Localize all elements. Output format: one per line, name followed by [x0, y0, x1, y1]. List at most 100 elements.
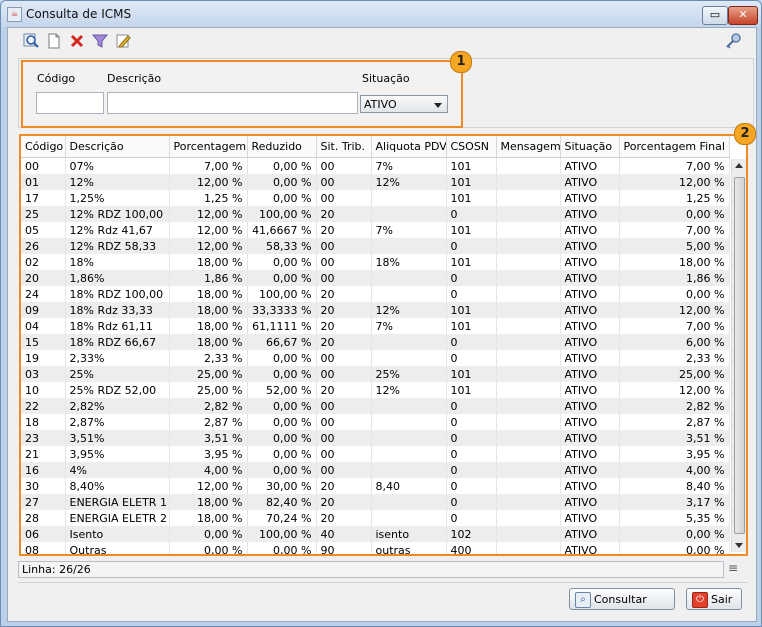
table-cell: 41,6667 % — [247, 222, 317, 238]
table-row[interactable]: 16 4% 4,00 % 0,00 % 00 0 ATIVO 4,00 % — [21, 462, 730, 478]
situacao-select[interactable]: ATIVO — [360, 95, 448, 113]
table-row[interactable]: 27 ENERGIA ELETR 1 18,00 % 82,40 % 20 0 ATIVO 3… — [21, 494, 730, 510]
table-cell: 20 — [316, 206, 372, 222]
table-cell: 101 — [446, 366, 497, 382]
sair-button[interactable]: ⏻ Sair — [686, 588, 742, 610]
table-row[interactable]: 28 ENERGIA ELETR 2 18,00 % 70,24 % 20 0 ATIVO 5… — [21, 510, 730, 526]
table-cell: 00 — [316, 430, 372, 446]
restore-button[interactable]: ▭ — [702, 6, 728, 25]
chevron-down-icon — [434, 103, 442, 108]
table-cell: ATIVO — [560, 526, 620, 542]
table-cell: 0,00 % — [619, 542, 730, 554]
table-row[interactable]: 19 2,33% 2,33 % 0,00 % 00 0 ATIVO 2,33 % — [21, 350, 730, 366]
table-row[interactable]: 03 25% 25,00 % 0,00 % 00 25% 101 ATIVO 25,00 % — [21, 366, 730, 382]
table-row[interactable]: 24 18% RDZ 100,00 18,00 % 100,00 % 20 0 ATIVO 0… — [21, 286, 730, 302]
table-cell: 2,87 % — [619, 414, 730, 430]
table-row[interactable]: 00 07% 7,00 % 0,00 % 00 7% 101 ATIVO 7,00 % — [21, 157, 730, 174]
column-header[interactable]: Situação — [560, 136, 620, 158]
column-header[interactable]: Código — [21, 136, 66, 158]
table-row[interactable]: 02 18% 18,00 % 0,00 % 00 18% 101 ATIVO 18,00 % — [21, 254, 730, 270]
table-cell: 00 — [316, 462, 372, 478]
table-cell — [496, 222, 561, 238]
table-row[interactable]: 05 12% Rdz 41,67 12,00 % 41,6667 % 20 7% 101 AT… — [21, 222, 730, 238]
scrollbar-thumb[interactable] — [734, 177, 745, 534]
codigo-input[interactable] — [36, 92, 104, 114]
table-row[interactable]: 15 18% RDZ 66,67 18,00 % 66,67 % 20 0 ATIVO 6,0… — [21, 334, 730, 350]
table-cell: 7% — [371, 222, 447, 238]
table-row[interactable]: 01 12% 12,00 % 0,00 % 00 12% 101 ATIVO 12,00 % — [21, 174, 730, 190]
table-cell: 27 — [21, 494, 66, 510]
table-row[interactable]: 17 1,25% 1,25 % 0,00 % 00 101 ATIVO 1,25 % — [21, 190, 730, 206]
scroll-up-icon[interactable] — [735, 163, 743, 168]
column-header[interactable]: Porcentagem — [169, 136, 248, 158]
table-cell: ATIVO — [560, 414, 620, 430]
table-row[interactable]: 04 18% Rdz 61,11 18,00 % 61,1111 % 20 7% 101 AT… — [21, 318, 730, 334]
search-icon: ⌕ — [575, 592, 591, 608]
table-cell — [496, 446, 561, 462]
delete-icon[interactable] — [68, 32, 86, 50]
table-cell: 02 — [21, 254, 66, 270]
java-app-icon: ☕ — [7, 7, 22, 22]
descricao-input[interactable] — [107, 92, 358, 114]
table-cell: 102 — [446, 526, 497, 542]
new-document-icon[interactable] — [45, 32, 63, 50]
table-row[interactable]: 26 12% RDZ 58,33 12,00 % 58,33 % 00 0 ATIVO 5,0… — [21, 238, 730, 254]
table-cell — [496, 318, 561, 334]
column-header[interactable]: Reduzido — [247, 136, 317, 158]
table-cell: 00 — [316, 174, 372, 190]
table-cell: 7,00 % — [619, 318, 730, 334]
table-cell: 25% RDZ 52,00 — [65, 382, 170, 398]
table-row[interactable]: 30 8,40% 12,00 % 30,00 % 20 8,40 0 ATIVO 8,40 % — [21, 478, 730, 494]
table-cell: 3,95 % — [619, 446, 730, 462]
table-cell: 00 — [316, 398, 372, 414]
table-cell: 52,00 % — [247, 382, 317, 398]
table-cell: 16 — [21, 462, 66, 478]
filter-icon[interactable] — [91, 32, 109, 50]
column-header[interactable]: Sit. Trib. — [316, 136, 372, 158]
table-cell: 18% — [65, 254, 170, 270]
table-cell: 12% — [65, 174, 170, 190]
codigo-label: Código — [37, 72, 76, 85]
vertical-scrollbar[interactable] — [731, 159, 746, 552]
key-icon[interactable] — [724, 32, 742, 50]
table-cell: 25% — [371, 366, 447, 382]
table-cell: ATIVO — [560, 318, 620, 334]
table-cell: ATIVO — [560, 366, 620, 382]
table-cell: 2,33% — [65, 350, 170, 366]
column-header[interactable]: Mensagem — [496, 136, 561, 158]
column-header[interactable]: Porcentagem Final — [619, 136, 730, 158]
table-cell: 101 — [446, 382, 497, 398]
table-cell: 2,87 % — [169, 414, 248, 430]
consultar-button[interactable]: ⌕ Consultar — [569, 588, 675, 610]
table-cell: 08 — [21, 542, 66, 554]
table-row[interactable]: 21 3,95% 3,95 % 0,00 % 00 0 ATIVO 3,95 % — [21, 446, 730, 462]
table-row[interactable]: 23 3,51% 3,51 % 0,00 % 00 0 ATIVO 3,51 % — [21, 430, 730, 446]
table-cell: 0,00 % — [247, 446, 317, 462]
table-row[interactable]: 18 2,87% 2,87 % 0,00 % 00 0 ATIVO 2,87 % — [21, 414, 730, 430]
close-button[interactable]: ✕ — [728, 6, 758, 25]
table-row[interactable]: 10 25% RDZ 52,00 25,00 % 52,00 % 20 12% 101 ATI… — [21, 382, 730, 398]
table-cell: ATIVO — [560, 206, 620, 222]
search-icon[interactable] — [22, 32, 40, 50]
menu-lines-icon[interactable]: ≡ — [728, 562, 742, 574]
table-cell — [496, 174, 561, 190]
table-row[interactable]: 20 1,86% 1,86 % 0,00 % 00 0 ATIVO 1,86 % — [21, 270, 730, 286]
edit-icon[interactable] — [114, 32, 132, 50]
table-row[interactable]: 06 Isento 0,00 % 100,00 % 40 isento 102 ATIVO 0,… — [21, 526, 730, 542]
table-row[interactable]: 22 2,82% 2,82 % 0,00 % 00 0 ATIVO 2,82 % — [21, 398, 730, 414]
table-cell: ATIVO — [560, 494, 620, 510]
column-header[interactable]: CSOSN — [446, 136, 497, 158]
column-header[interactable]: Aliquota PDV — [371, 136, 447, 158]
table-cell — [496, 286, 561, 302]
table-cell: 7% — [371, 318, 447, 334]
table-cell: 6,00 % — [619, 334, 730, 350]
table-row[interactable]: 25 12% RDZ 100,00 12,00 % 100,00 % 20 0 ATIVO 0… — [21, 206, 730, 222]
table-row[interactable]: 09 18% Rdz 33,33 18,00 % 33,3333 % 20 12% 101 A… — [21, 302, 730, 318]
column-header[interactable]: Descrição — [65, 136, 170, 158]
table-cell: 8,40 % — [619, 478, 730, 494]
table-cell: 18,00 % — [169, 254, 248, 270]
table-cell: 0,00 % — [247, 350, 317, 366]
table-cell: 0,00 % — [247, 462, 317, 478]
scroll-down-icon[interactable] — [735, 543, 743, 548]
table-row[interactable]: 08 Outras 0,00 % 0,00 % 90 outras 400 ATIVO 0,00… — [21, 542, 730, 554]
